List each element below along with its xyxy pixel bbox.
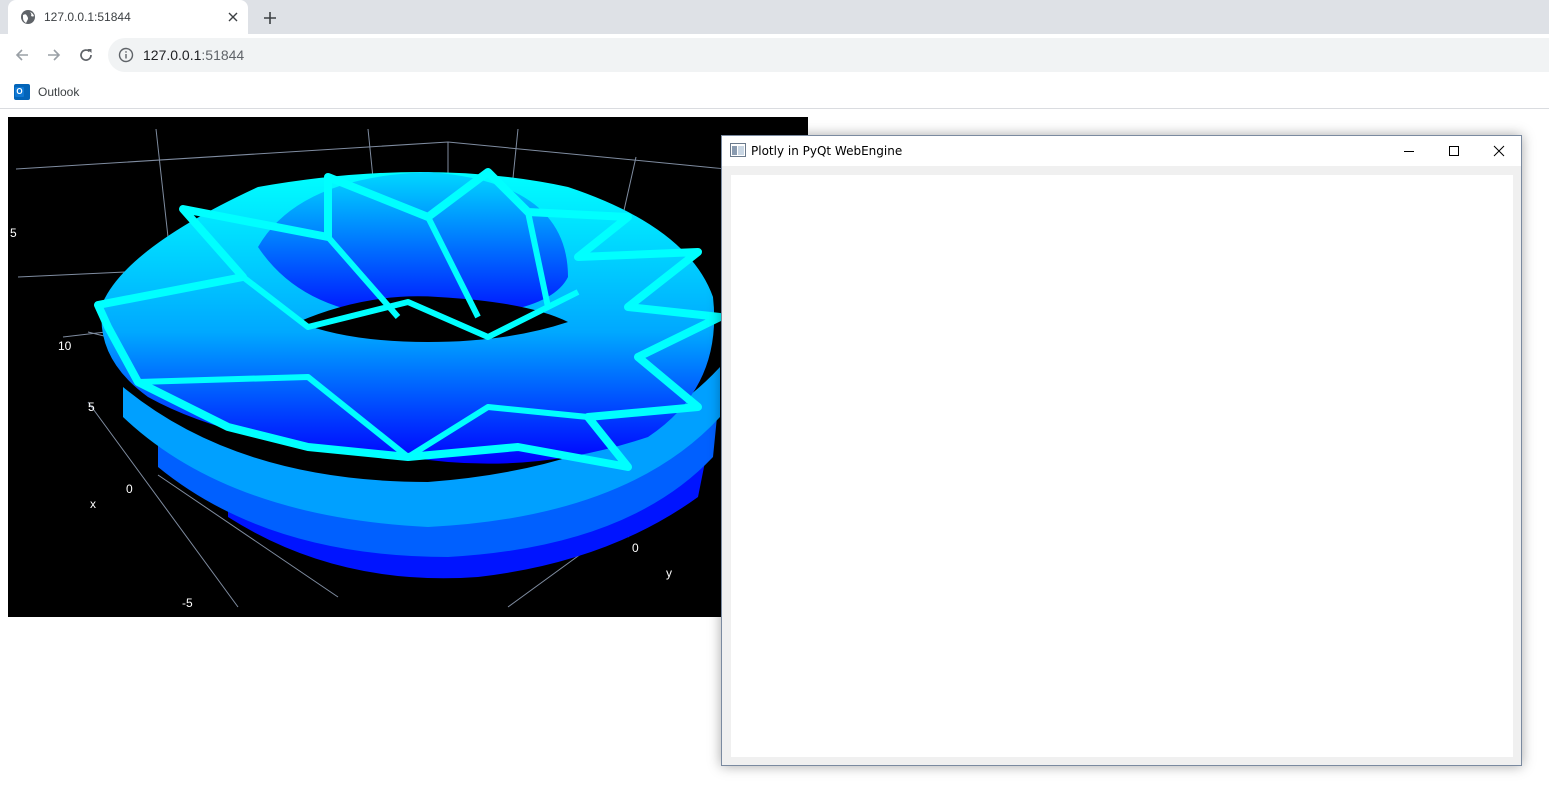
bookmarks-bar: O Outlook: [0, 76, 1549, 109]
x-tick-10: 10: [58, 339, 72, 353]
new-tab-button[interactable]: [258, 6, 282, 30]
z-tick-partial: 5: [10, 226, 17, 240]
x-tick-0: 0: [126, 482, 133, 496]
plot-svg: 10 5 0 -5 x 0 y 5: [10, 128, 808, 610]
surface-plot: [94, 168, 724, 579]
tab-title: 127.0.0.1:51844: [44, 10, 131, 24]
url-port: :51844: [201, 47, 245, 63]
minimize-icon: [1403, 151, 1414, 152]
info-icon[interactable]: [118, 47, 134, 63]
browser-toolbar: 127.0.0.1:51844: [0, 34, 1549, 76]
browser-tab[interactable]: 127.0.0.1:51844: [8, 0, 248, 34]
tab-strip: 127.0.0.1:51844: [0, 0, 1549, 34]
close-icon: [1493, 145, 1504, 157]
qt-minimize-button[interactable]: [1386, 136, 1431, 166]
y-tick-0: 0: [632, 541, 639, 555]
reload-icon: [80, 49, 92, 61]
qt-app-icon: [730, 143, 746, 157]
qt-webengine-view[interactable]: [731, 175, 1513, 757]
maximize-icon: [1448, 146, 1459, 156]
reload-button[interactable]: [74, 43, 98, 67]
bookmark-label: Outlook: [38, 85, 80, 99]
x-tick-neg5: -5: [182, 596, 193, 610]
arrow-right-icon: [48, 49, 61, 61]
qt-window-title: Plotly in PyQt WebEngine: [751, 144, 903, 158]
x-tick-5: 5: [88, 400, 95, 414]
plus-icon: [264, 12, 276, 24]
close-icon: [228, 12, 238, 22]
arrow-left-icon: [15, 49, 28, 61]
qt-window[interactable]: Plotly in PyQt WebEngine: [721, 135, 1522, 766]
globe-icon: [21, 10, 35, 24]
back-button[interactable]: [10, 43, 34, 67]
forward-button[interactable]: [42, 43, 66, 67]
outlook-icon: O: [14, 84, 30, 100]
url-host: 127.0.0.1: [143, 47, 202, 63]
y-axis-title: y: [666, 566, 672, 580]
bookmark-outlook[interactable]: O Outlook: [10, 81, 79, 103]
qt-maximize-button[interactable]: [1431, 136, 1476, 166]
x-axis-title: x: [90, 497, 96, 511]
plot-3d-scene[interactable]: 10 5 0 -5 x 0 y 5: [8, 117, 808, 617]
address-bar[interactable]: 127.0.0.1:51844: [108, 38, 1549, 72]
qt-titlebar[interactable]: Plotly in PyQt WebEngine: [722, 136, 1521, 166]
url-text[interactable]: 127.0.0.1:51844: [143, 47, 244, 63]
tab-close-button[interactable]: [224, 8, 242, 26]
qt-close-button[interactable]: [1476, 136, 1521, 166]
